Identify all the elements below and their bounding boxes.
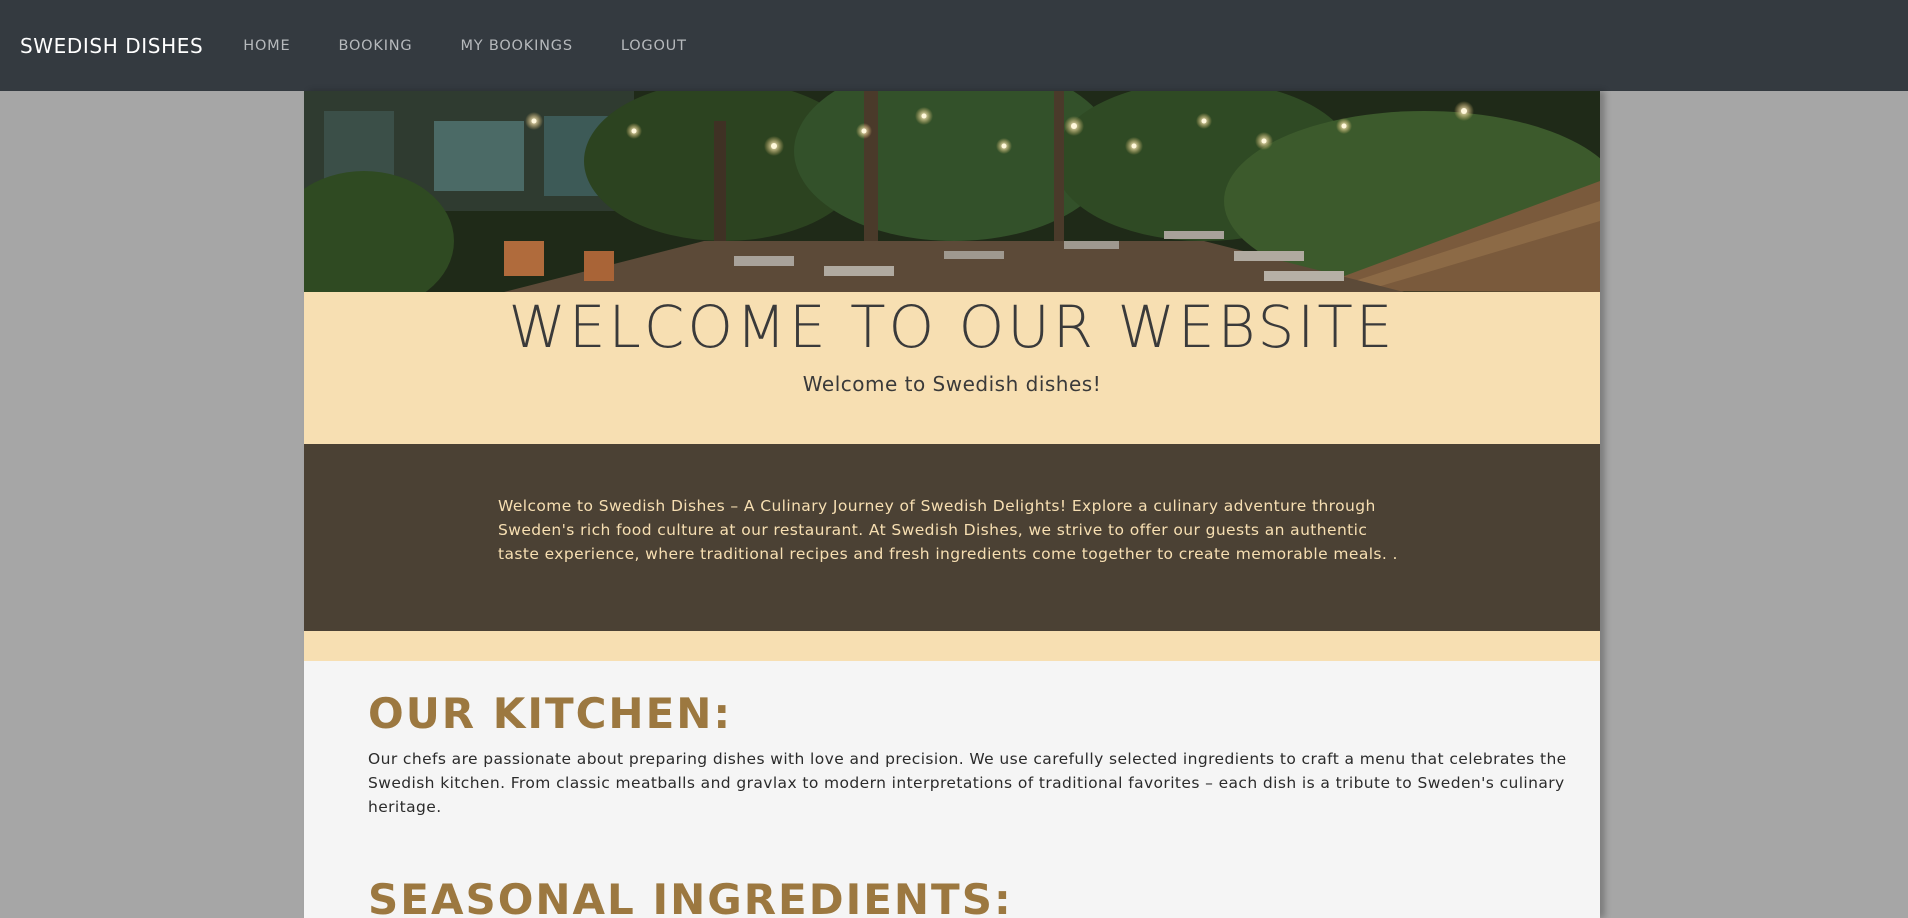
nav-link-home[interactable]: HOME <box>243 38 290 54</box>
kitchen-heading: OUR KITCHEN: <box>368 689 733 738</box>
nav-link-booking[interactable]: BOOKING <box>338 38 412 54</box>
nav-link-logout[interactable]: LOGOUT <box>621 38 687 54</box>
seasonal-ingredients-heading: SEASONAL INGREDIENTS: <box>368 875 1013 918</box>
welcome-subtitle: Welcome to Swedish dishes! <box>802 372 1102 396</box>
section-divider-strip <box>304 631 1600 661</box>
nav-links: HOME BOOKING MY BOOKINGS LOGOUT <box>243 38 734 54</box>
nav-link-my-bookings[interactable]: MY BOOKINGS <box>460 38 572 54</box>
top-navbar: SWEDISH DISHES HOME BOOKING MY BOOKINGS … <box>0 0 1908 91</box>
intro-band: Welcome to Swedish Dishes – A Culinary J… <box>304 444 1600 631</box>
restaurant-garden-hero-image <box>304 91 1600 292</box>
main-container: WELCOME TO OUR WEBSITE Welcome to Swedis… <box>304 91 1600 918</box>
brand-logo-text[interactable]: SWEDISH DISHES <box>20 34 203 58</box>
hero-illustration <box>304 91 1600 292</box>
content-section: OUR KITCHEN: Our chefs are passionate ab… <box>304 661 1600 918</box>
welcome-title: WELCOME TO OUR WEBSITE <box>508 293 1396 361</box>
intro-text: Welcome to Swedish Dishes – A Culinary J… <box>498 497 1398 563</box>
kitchen-text: Our chefs are passionate about preparing… <box>368 750 1567 816</box>
welcome-band: WELCOME TO OUR WEBSITE Welcome to Swedis… <box>304 292 1600 444</box>
